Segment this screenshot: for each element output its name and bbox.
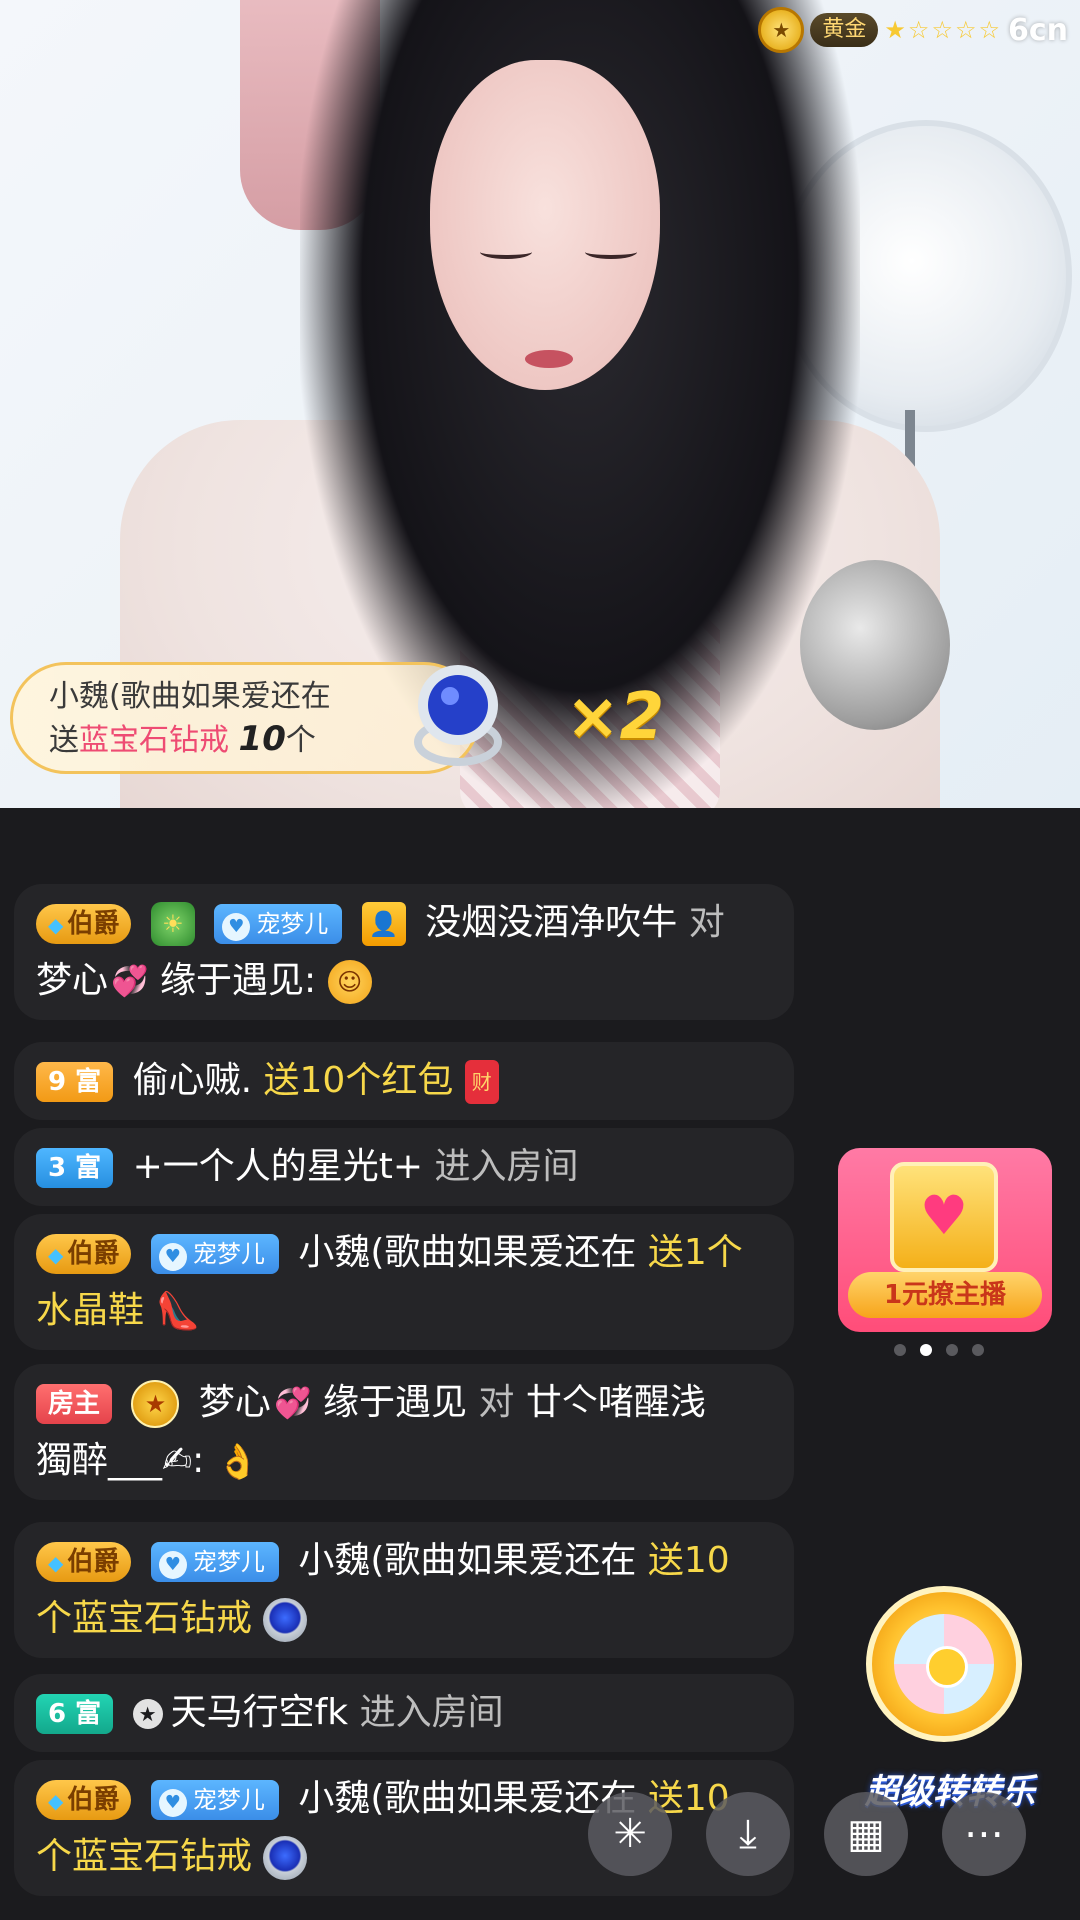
wealth-badge: 6 富	[36, 1694, 114, 1734]
chat-action: 进入房间	[359, 1692, 504, 1733]
wealth-badge: 9 富	[36, 1062, 114, 1102]
hearts-icon: 💞	[111, 964, 149, 999]
chat-action: 送10个红包	[263, 1060, 454, 1101]
chat-to-word: 对	[688, 902, 725, 943]
heart-icon: ♥	[222, 913, 251, 941]
live-room: ★ 黄金 ★☆☆☆☆ 6cn 小魏(歌曲如果爱还在 送蓝宝石钻戒 10个 ×2 …	[0, 0, 1080, 1920]
promo-card[interactable]: ♥ 1元撩主播	[838, 1148, 1052, 1332]
streamer-lips	[525, 350, 573, 368]
chat-message: 伯爵 ♥宠梦儿 小魏(歌曲如果爱还在 送10 个蓝宝石钻戒	[14, 1760, 794, 1896]
chat-message: 伯爵 ☀ ♥宠梦儿 👤 没烟没酒净吹牛 对 梦心💞 缘于遇见: ☺	[14, 884, 794, 1020]
red-packet-icon: 财	[464, 1060, 499, 1104]
chat-username[interactable]: +一个人的星光t+	[133, 1146, 423, 1187]
hand-emoji-icon: 👌	[216, 1442, 259, 1482]
chat-message: 3 富 +一个人的星光t+ 进入房间	[14, 1128, 794, 1206]
heart-card-icon: ♥	[890, 1162, 998, 1272]
chat-username[interactable]: 小魏(歌曲如果爱还在	[298, 1778, 636, 1819]
promo-label: 1元撩主播	[848, 1272, 1042, 1318]
crystal-shoe-icon: 👠	[155, 1291, 201, 1332]
chat-message: 伯爵 ♥宠梦儿 小魏(歌曲如果爱还在 送1个 水晶鞋 👠	[14, 1214, 794, 1350]
pet-name: 宠梦儿	[192, 1240, 265, 1268]
star-medal-icon: ★	[131, 1380, 180, 1428]
gift-name: 蓝宝石钻戒	[79, 723, 229, 758]
noble-badge: 伯爵	[36, 904, 132, 944]
heart-icon: ♥	[158, 1789, 187, 1817]
site-logo: 6cn	[1007, 12, 1068, 48]
sapphire-ring-icon	[263, 1836, 308, 1880]
grid-icon: ▦	[847, 1811, 885, 1857]
chat-action: 送1个	[647, 1232, 743, 1273]
anchor-rank[interactable]: ★ 黄金 ★☆☆☆☆ 6cn	[758, 7, 1068, 53]
chat-action: 进入房间	[434, 1146, 579, 1187]
sparkle-icon: ✳	[613, 1811, 647, 1857]
rank-medal-icon: ★	[758, 7, 805, 53]
page-dot-active[interactable]	[920, 1344, 932, 1356]
chat-target[interactable]: 廿亽啫醒浅	[526, 1382, 706, 1423]
lucky-wheel[interactable]	[860, 1586, 1030, 1786]
chat-username[interactable]: 小魏(歌曲如果爱还在	[298, 1540, 636, 1581]
wheel-hub	[926, 1646, 968, 1688]
chat-to-word: 对	[478, 1382, 515, 1423]
chat-target-tail: 獨醉___✍:	[36, 1440, 205, 1481]
apps-button[interactable]: ▦	[824, 1792, 908, 1876]
pet-badge: ♥ 宠梦儿	[150, 1234, 279, 1274]
star-circle-icon: ★	[132, 1699, 163, 1729]
streamer-eye-left	[480, 245, 532, 259]
shield-icon: ☀	[150, 902, 195, 946]
gift-send-word: 送	[49, 723, 79, 758]
sapphire-ring-icon	[263, 1598, 308, 1642]
chat-username[interactable]: 偷心贼.	[133, 1060, 252, 1101]
streamer-eye-right	[585, 245, 637, 259]
chat-gift-name: 个蓝宝石钻戒	[36, 1836, 253, 1877]
rank-stars: ★☆☆☆☆	[884, 16, 1002, 44]
download-button[interactable]: ⤓	[706, 1792, 790, 1876]
chat-username-tail: 缘于遇见	[322, 1382, 467, 1423]
microphone	[800, 560, 950, 730]
host-badge: 房主	[36, 1384, 113, 1424]
pet-badge: ♥ 宠梦儿	[214, 904, 343, 944]
chat-username[interactable]: 天马行空fk	[171, 1692, 349, 1733]
pet-badge: ♥ 宠梦儿	[150, 1542, 279, 1582]
video-stream[interactable]: ★ 黄金 ★☆☆☆☆ 6cn 小魏(歌曲如果爱还在 送蓝宝石钻戒 10个 ×2	[0, 0, 1080, 808]
chat-target-tail: 缘于遇见:	[160, 960, 317, 1001]
gift-count: 10	[238, 719, 286, 759]
chat-message: 伯爵 ♥宠梦儿 小魏(歌曲如果爱还在 送10 个蓝宝石钻戒	[14, 1522, 794, 1658]
share-button[interactable]: ✳	[588, 1792, 672, 1876]
pet-name: 宠梦儿	[256, 910, 329, 938]
download-icon: ⤓	[739, 1811, 757, 1857]
more-icon: ⋯	[964, 1811, 1004, 1857]
heart-icon: ♥	[158, 1243, 187, 1271]
user-card-icon: 👤	[361, 902, 406, 946]
noble-badge: 伯爵	[36, 1542, 132, 1582]
page-dot[interactable]	[946, 1344, 958, 1356]
pet-name: 宠梦儿	[192, 1548, 265, 1576]
chat-target[interactable]: 梦心	[36, 960, 108, 1001]
heart-icon: ♥	[158, 1551, 187, 1579]
rank-label: 黄金	[810, 13, 879, 47]
hearts-icon: 💞	[274, 1386, 312, 1421]
chat-message: 9 富 偷心贼. 送10个红包 财	[14, 1042, 794, 1120]
chat-gift-name: 水晶鞋	[36, 1290, 145, 1331]
pet-name: 宠梦儿	[192, 1786, 265, 1814]
page-dot[interactable]	[972, 1344, 984, 1356]
chat-message: 房主 ★ 梦心 💞 缘于遇见 对 廿亽啫醒浅 獨醉___✍: 👌	[14, 1364, 794, 1500]
streamer-face	[430, 60, 660, 390]
noble-badge: 伯爵	[36, 1234, 132, 1274]
chat-action: 送10	[647, 1540, 730, 1581]
wealth-badge: 3 富	[36, 1148, 114, 1188]
gift-multiplier: ×2	[566, 680, 665, 754]
noble-badge: 伯爵	[36, 1780, 132, 1820]
chat-username[interactable]: 小魏(歌曲如果爱还在	[298, 1232, 636, 1273]
chat-username[interactable]: 没烟没酒净吹牛	[425, 902, 677, 943]
gift-unit: 个	[285, 723, 316, 758]
promo-pagination	[894, 1344, 984, 1356]
chat-username[interactable]: 梦心	[199, 1382, 271, 1423]
smile-emoji-icon: ☺	[327, 960, 372, 1004]
chat-gift-name: 个蓝宝石钻戒	[36, 1598, 253, 1639]
more-button[interactable]: ⋯	[942, 1792, 1026, 1876]
sapphire-ring-icon	[414, 665, 502, 766]
pet-badge: ♥ 宠梦儿	[150, 1780, 279, 1820]
chat-message: 6 富 ★ 天马行空fk 进入房间	[14, 1674, 794, 1752]
page-dot[interactable]	[894, 1344, 906, 1356]
